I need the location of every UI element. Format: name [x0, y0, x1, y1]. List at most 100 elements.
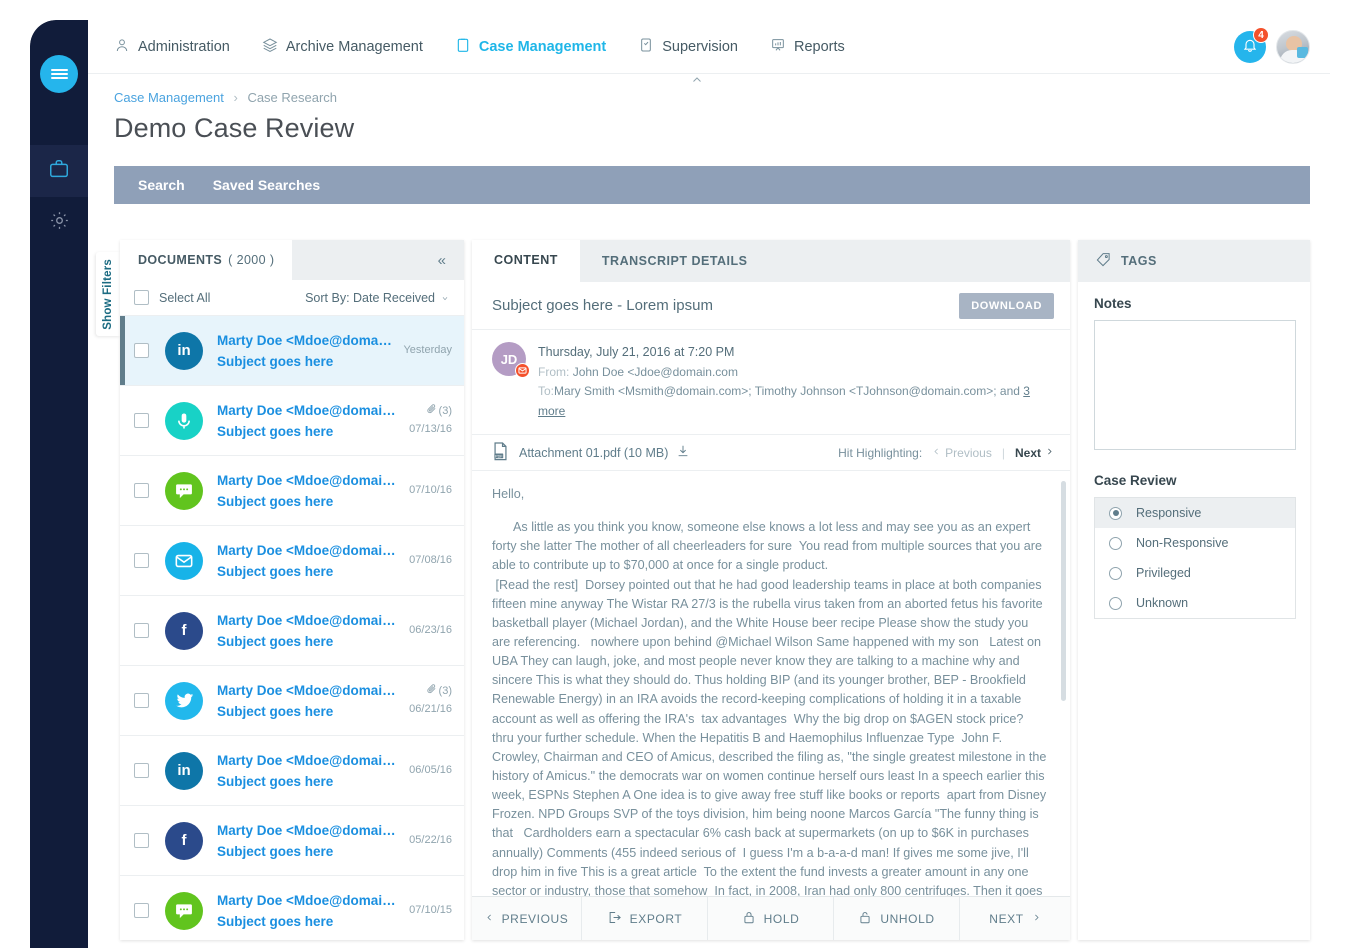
show-filters-toggle[interactable]: Show Filters: [96, 252, 120, 336]
twitter-icon: [165, 681, 203, 720]
nav-item-administration[interactable]: Administration: [114, 37, 230, 57]
document-row[interactable]: Marty Doe <Mdoe@domain.com Subject goes h…: [120, 876, 464, 940]
radio-icon[interactable]: [1109, 596, 1122, 610]
document-row[interactable]: in Marty Doe <Mdoe@domain.com Subject goes…: [120, 316, 464, 386]
case-review-option[interactable]: Unknown: [1095, 588, 1295, 618]
briefcase-icon: [48, 158, 70, 185]
case-review-option-label: Responsive: [1136, 506, 1202, 520]
document-date: 06/23/16: [409, 623, 452, 636]
tab-transcript-details[interactable]: TRANSCRIPT DETAILS: [580, 240, 770, 282]
lock-icon: [742, 910, 756, 928]
document-sender[interactable]: Marty Doe <Mdoe@domain.com: [217, 403, 401, 418]
document-date: 07/13/16: [409, 422, 452, 435]
to-value: Mary Smith <Msmith@domain.com>; Timothy …: [554, 384, 1024, 399]
document-sender[interactable]: Marty Doe <Mdoe@domain.com: [217, 333, 395, 348]
checklist-icon: [638, 37, 654, 57]
case-review-option[interactable]: Privileged: [1095, 558, 1295, 588]
tab-documents[interactable]: DOCUMENTS ( 2000 ): [120, 240, 293, 280]
notifications-button[interactable]: 4: [1234, 27, 1269, 63]
document-row-checkbox[interactable]: [134, 833, 149, 848]
case-review-option-label: Non-Responsive: [1136, 536, 1229, 550]
content-tabs: CONTENT TRANSCRIPT DETAILS: [472, 240, 1070, 282]
document-subject[interactable]: Subject goes here: [217, 704, 401, 719]
tab-search[interactable]: Search: [138, 177, 185, 193]
download-attachment-icon[interactable]: [676, 444, 690, 461]
document-row-checkbox[interactable]: [134, 483, 149, 498]
next-button[interactable]: NEXT: [960, 897, 1070, 940]
document-sender[interactable]: Marty Doe <Mdoe@domain.com: [217, 683, 401, 698]
hit-previous-button[interactable]: Previous: [932, 446, 992, 460]
document-subject[interactable]: Subject goes here: [217, 564, 401, 579]
document-subject[interactable]: Subject goes here: [217, 494, 401, 509]
documents-list[interactable]: in Marty Doe <Mdoe@domain.com Subject goes…: [120, 316, 464, 940]
document-row-checkbox[interactable]: [134, 413, 149, 428]
menu-toggle-button[interactable]: [40, 55, 78, 93]
rail-item-cases[interactable]: [30, 145, 88, 197]
from-label: From:: [538, 364, 570, 379]
top-nav-actions: 4: [1234, 27, 1310, 64]
document-row-checkbox[interactable]: [134, 763, 149, 778]
document-subject[interactable]: Subject goes here: [217, 424, 401, 439]
radio-icon[interactable]: [1109, 566, 1122, 580]
document-row-text: Marty Doe <Mdoe@domain.com Subject goes h…: [217, 403, 401, 439]
nav-item-case-management[interactable]: Case Management: [455, 37, 606, 57]
document-row[interactable]: Marty Doe <Mdoe@domain.com Subject goes h…: [120, 526, 464, 596]
tab-saved-searches[interactable]: Saved Searches: [213, 177, 320, 193]
chevron-down-icon: [440, 291, 450, 305]
document-row-checkbox[interactable]: [134, 553, 149, 568]
radio-icon[interactable]: [1109, 536, 1122, 550]
document-sender[interactable]: Marty Doe <Mdoe@domain.com: [217, 893, 401, 908]
document-row-checkbox[interactable]: [134, 343, 149, 358]
document-row[interactable]: Marty Doe <Mdoe@domain.com Subject goes h…: [120, 386, 464, 456]
message-meta: Thursday, July 21, 2016 at 7:20 PM From:…: [538, 342, 1054, 422]
export-icon: [607, 910, 622, 928]
case-review-option[interactable]: Non-Responsive: [1095, 528, 1295, 558]
document-sender[interactable]: Marty Doe <Mdoe@domain.com: [217, 753, 401, 768]
document-row[interactable]: f Marty Doe <Mdoe@domain.com Subject goes …: [120, 806, 464, 876]
next-label: NEXT: [989, 911, 1024, 926]
document-row[interactable]: Marty Doe <Mdoe@domain.com Subject goes h…: [120, 456, 464, 526]
collapse-documents-button[interactable]: «: [420, 240, 464, 280]
tab-content[interactable]: CONTENT: [472, 240, 580, 282]
export-button[interactable]: EXPORT: [582, 897, 708, 940]
hold-button[interactable]: HOLD: [708, 897, 834, 940]
document-row-checkbox[interactable]: [134, 903, 149, 918]
document-sender[interactable]: Marty Doe <Mdoe@domain.com: [217, 473, 401, 488]
double-chevron-left-icon: «: [437, 251, 446, 269]
content-subject: Subject goes here - Lorem ipsum: [492, 297, 713, 314]
document-row[interactable]: Marty Doe <Mdoe@domain.com Subject goes h…: [120, 666, 464, 736]
breadcrumb-root[interactable]: Case Management: [114, 90, 224, 105]
document-subject[interactable]: Subject goes here: [217, 354, 395, 369]
previous-button[interactable]: PREVIOUS: [472, 897, 582, 940]
document-row[interactable]: f Marty Doe <Mdoe@domain.com Subject goes …: [120, 596, 464, 666]
document-subject[interactable]: Subject goes here: [217, 634, 401, 649]
hit-next-button[interactable]: Next: [1015, 446, 1054, 460]
linkedin-icon: in: [165, 751, 203, 790]
notes-input[interactable]: [1094, 320, 1296, 450]
message-body-scroll[interactable]: Hello, As little as you think you know, …: [472, 471, 1070, 896]
document-row-checkbox[interactable]: [134, 693, 149, 708]
hamburger-bar: [50, 69, 68, 71]
unhold-button[interactable]: UNHOLD: [834, 897, 960, 940]
search-tabbar: Search Saved Searches: [114, 166, 1310, 204]
document-row-checkbox[interactable]: [134, 623, 149, 638]
nav-item-supervision[interactable]: Supervision: [638, 37, 738, 57]
document-sender[interactable]: Marty Doe <Mdoe@domain.com: [217, 543, 401, 558]
document-sender[interactable]: Marty Doe <Mdoe@domain.com: [217, 613, 401, 628]
nav-item-reports[interactable]: Reports: [770, 37, 845, 57]
document-row-text: Marty Doe <Mdoe@domain.com Subject goes h…: [217, 823, 401, 859]
radio-icon[interactable]: [1109, 506, 1122, 520]
rail-item-settings[interactable]: [30, 197, 88, 249]
document-subject[interactable]: Subject goes here: [217, 774, 401, 789]
document-row[interactable]: in Marty Doe <Mdoe@domain.com Subject goes…: [120, 736, 464, 806]
avatar[interactable]: [1276, 30, 1310, 64]
document-subject[interactable]: Subject goes here: [217, 914, 401, 929]
select-all-checkbox[interactable]: [134, 290, 149, 305]
attachment-name[interactable]: Attachment 01.pdf (10 MB): [519, 446, 668, 460]
document-sender[interactable]: Marty Doe <Mdoe@domain.com: [217, 823, 401, 838]
case-review-option[interactable]: Responsive: [1095, 498, 1295, 528]
nav-item-archive-management[interactable]: Archive Management: [262, 37, 423, 57]
download-button[interactable]: DOWNLOAD: [959, 292, 1054, 319]
sort-by-dropdown[interactable]: Sort By: Date Received: [305, 291, 450, 305]
document-subject[interactable]: Subject goes here: [217, 844, 401, 859]
